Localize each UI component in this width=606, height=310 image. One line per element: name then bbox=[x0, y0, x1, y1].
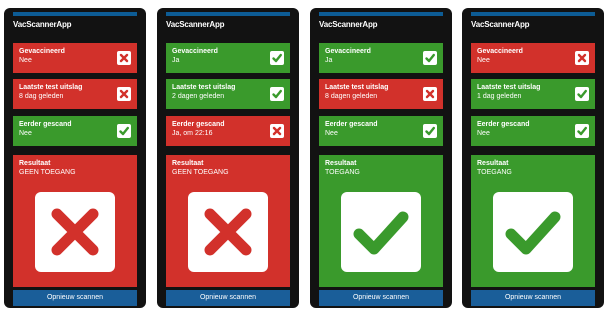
phone-screen-3: VacScannerApp Gevaccineerd Ja Laatste te… bbox=[310, 8, 452, 308]
top-bar bbox=[319, 12, 443, 16]
top-bar bbox=[13, 12, 137, 16]
cross-icon bbox=[117, 51, 131, 65]
check-icon bbox=[270, 87, 284, 101]
phone-screen-1: VacScannerApp Gevaccineerd Nee Laatste t… bbox=[4, 8, 146, 308]
result-label: Resultaat bbox=[172, 160, 204, 167]
last-test-card: Laatste test uitslag 1 dag geleden bbox=[471, 79, 595, 109]
scanned-card: Eerder gescand Nee bbox=[471, 116, 595, 146]
large-cross-icon bbox=[35, 192, 115, 272]
large-check-icon bbox=[493, 192, 573, 272]
result-value: GEEN TOEGANG bbox=[19, 169, 76, 176]
top-bar bbox=[471, 12, 595, 16]
check-icon bbox=[423, 124, 437, 138]
vaccinated-card: Gevaccineerd Nee bbox=[471, 43, 595, 73]
phone-screen-2: VacScannerApp Gevaccineerd Ja Laatste te… bbox=[157, 8, 299, 308]
scanned-card: Eerder gescand Ja, om 22:16 bbox=[166, 116, 290, 146]
last-test-card: Laatste test uitslag 8 dagen geleden bbox=[319, 79, 443, 109]
result-label: Resultaat bbox=[325, 160, 357, 167]
vaccinated-card: Gevaccineerd Ja bbox=[319, 43, 443, 73]
cross-icon bbox=[270, 124, 284, 138]
check-icon bbox=[423, 51, 437, 65]
vaccinated-card: Gevaccineerd Nee bbox=[13, 43, 137, 73]
large-cross-icon bbox=[188, 192, 268, 272]
cross-icon bbox=[575, 51, 589, 65]
rescan-button[interactable]: Opnieuw scannen bbox=[166, 290, 290, 306]
last-test-card: Laatste test uitslag 2 dagen geleden bbox=[166, 79, 290, 109]
cross-icon bbox=[423, 87, 437, 101]
scanned-card: Eerder gescand Nee bbox=[319, 116, 443, 146]
result-value: TOEGANG bbox=[477, 169, 512, 176]
rescan-button[interactable]: Opnieuw scannen bbox=[13, 290, 137, 306]
top-bar bbox=[166, 12, 290, 16]
app-title: VacScannerApp bbox=[13, 20, 72, 29]
app-title: VacScannerApp bbox=[471, 20, 530, 29]
result-value: GEEN TOEGANG bbox=[172, 169, 229, 176]
result-label: Resultaat bbox=[19, 160, 51, 167]
result-panel: Resultaat TOEGANG bbox=[319, 155, 443, 287]
app-title: VacScannerApp bbox=[166, 20, 225, 29]
check-icon bbox=[270, 51, 284, 65]
cross-icon bbox=[117, 87, 131, 101]
phone-screen-4: VacScannerApp Gevaccineerd Nee Laatste t… bbox=[462, 8, 604, 308]
vaccinated-card: Gevaccineerd Ja bbox=[166, 43, 290, 73]
app-title: VacScannerApp bbox=[319, 20, 378, 29]
check-icon bbox=[575, 87, 589, 101]
rescan-button[interactable]: Opnieuw scannen bbox=[319, 290, 443, 306]
result-panel: Resultaat GEEN TOEGANG bbox=[166, 155, 290, 287]
large-check-icon bbox=[341, 192, 421, 272]
result-panel: Resultaat TOEGANG bbox=[471, 155, 595, 287]
rescan-button[interactable]: Opnieuw scannen bbox=[471, 290, 595, 306]
check-icon bbox=[575, 124, 589, 138]
check-icon bbox=[117, 124, 131, 138]
result-panel: Resultaat GEEN TOEGANG bbox=[13, 155, 137, 287]
result-label: Resultaat bbox=[477, 160, 509, 167]
scanned-card: Eerder gescand Nee bbox=[13, 116, 137, 146]
last-test-card: Laatste test uitslag 8 dag geleden bbox=[13, 79, 137, 109]
result-value: TOEGANG bbox=[325, 169, 360, 176]
